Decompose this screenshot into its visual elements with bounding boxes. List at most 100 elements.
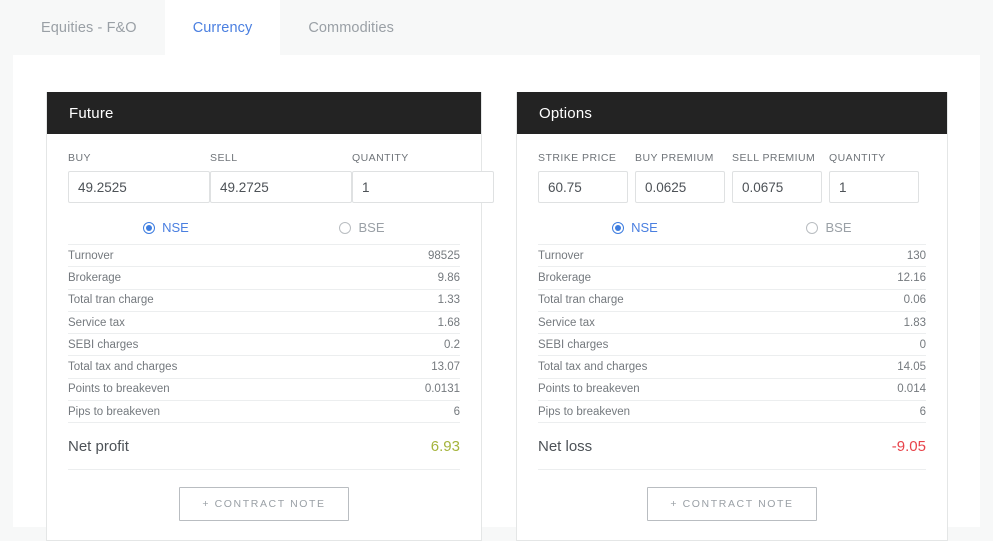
input-row: BUY SELL QUANTITY (68, 134, 494, 203)
row-label: Total tran charge (538, 294, 624, 307)
table-row: Points to breakeven 0.0131 (68, 379, 460, 402)
exchange-selector: NSE BSE (538, 203, 926, 244)
row-label: Service tax (68, 316, 125, 329)
table-row: Pips to breakeven 6 (538, 401, 926, 424)
row-value: 1.68 (437, 316, 460, 329)
card-body-future: BUY SELL QUANTITY NSE BSE Turnover 98525 Broker… (47, 134, 494, 540)
input-quantity[interactable] (829, 171, 919, 203)
radio-icon[interactable] (143, 221, 156, 234)
charges-table: Turnover 98525 Brokerage 9.86 Total tran cha… (68, 244, 460, 471)
input-sell[interactable] (210, 171, 352, 203)
exchange-selector: NSE BSE (68, 203, 460, 244)
card-header-options: Options (517, 92, 947, 134)
table-row: SEBI charges 0 (538, 334, 926, 357)
field-label: STRIKE PRICE (538, 152, 617, 164)
radio-option-nse[interactable]: NSE (538, 220, 732, 235)
radio-label: BSE (825, 220, 852, 235)
card-header-future: Future (47, 92, 481, 134)
input-sell-premium[interactable] (732, 171, 822, 203)
row-value: 0.014 (897, 383, 926, 396)
field-label: SELL (210, 152, 238, 164)
row-value: 0.06 (903, 294, 926, 307)
row-value: 9.86 (437, 271, 460, 284)
table-row: Turnover 130 (538, 245, 926, 268)
radio-icon[interactable] (339, 221, 352, 234)
tab-currency[interactable]: Currency (164, 0, 281, 55)
row-label: Turnover (538, 249, 584, 262)
radio-option-nse[interactable]: NSE (68, 220, 264, 235)
row-value: 13.07 (431, 361, 460, 374)
charges-table: Turnover 130 Brokerage 12.16 Total tran char… (538, 244, 926, 471)
card-options: Options STRIKE PRICE BUY PREMIUM SELL PREMI… (516, 92, 948, 541)
field-group: QUANTITY (352, 152, 494, 203)
table-row: Total tax and charges 13.07 (68, 356, 460, 379)
row-value: 98525 (428, 249, 460, 262)
row-label: Brokerage (538, 271, 592, 284)
table-row: Service tax 1.83 (538, 312, 926, 335)
row-label: Pips to breakeven (68, 405, 161, 418)
input-quantity[interactable] (352, 171, 494, 203)
input-row: STRIKE PRICE BUY PREMIUM SELL PREMIUM QUANT… (538, 134, 926, 203)
field-label: QUANTITY (352, 152, 409, 164)
table-row: Pips to breakeven 6 (68, 401, 460, 424)
table-row: Total tran charge 1.33 (68, 290, 460, 312)
contract-note-button[interactable]: + CONTRACT NOTE (179, 487, 349, 522)
tab-commodities[interactable]: Commodities (280, 0, 422, 55)
row-label: Service tax (538, 316, 595, 329)
row-label: SEBI charges (538, 338, 609, 351)
table-row: Turnover 98525 (68, 245, 460, 268)
radio-label: NSE (162, 220, 189, 235)
row-value: 6 (919, 405, 926, 418)
input-buy-premium[interactable] (635, 171, 725, 203)
radio-icon[interactable] (806, 221, 819, 234)
radio-option-bse[interactable]: BSE (264, 220, 460, 235)
card-future: Future BUY SELL QUANTITY NSE BSE Turnover 98525… (46, 92, 494, 541)
row-label: Total tax and charges (538, 361, 648, 374)
contract-note-button[interactable]: + CONTRACT NOTE (647, 487, 817, 522)
card-footer: + CONTRACT NOTE (538, 470, 926, 540)
row-value: 6 (453, 405, 460, 418)
radio-icon[interactable] (612, 221, 625, 234)
field-label: QUANTITY (829, 152, 886, 164)
field-group: STRIKE PRICE (538, 152, 635, 203)
row-value: 0 (919, 338, 926, 351)
net-result-row: Net loss -9.05 (538, 423, 926, 471)
net-result-label: Net loss (538, 437, 593, 455)
field-group: QUANTITY (829, 152, 926, 203)
row-label: Points to breakeven (68, 383, 170, 396)
input-buy[interactable] (68, 171, 210, 203)
table-row: SEBI charges 0.2 (68, 334, 460, 357)
content-panel: Future BUY SELL QUANTITY NSE BSE Turnover 98525… (13, 55, 980, 541)
table-row: Brokerage 9.86 (68, 267, 460, 290)
tab-equities-f-o[interactable]: Equities - F&O (13, 0, 165, 55)
row-label: Turnover (68, 249, 114, 262)
tab-bar: Equities - F&O Currency Commodities (0, 0, 993, 55)
table-row: Service tax 1.68 (68, 312, 460, 335)
table-row: Points to breakeven 0.014 (538, 379, 926, 402)
net-result-row: Net profit 6.93 (68, 423, 460, 471)
net-result-value: 6.93 (430, 437, 460, 455)
net-result-value: -9.05 (891, 437, 926, 455)
field-group: BUY PREMIUM (635, 152, 732, 203)
row-label: Total tran charge (68, 294, 154, 307)
row-label: Total tax and charges (68, 361, 178, 374)
row-value: 14.05 (897, 361, 926, 374)
card-footer: + CONTRACT NOTE (68, 470, 460, 540)
table-row: Brokerage 12.16 (538, 267, 926, 290)
field-group: SELL (210, 152, 352, 203)
input-strike-price[interactable] (538, 171, 628, 203)
radio-option-bse[interactable]: BSE (732, 220, 926, 235)
radio-label: NSE (631, 220, 658, 235)
field-label: BUY PREMIUM (635, 152, 714, 164)
row-value: 0.2 (444, 338, 460, 351)
card-title: Future (69, 104, 114, 122)
net-result-label: Net profit (68, 437, 129, 455)
row-value: 130 (906, 249, 926, 262)
table-row: Total tax and charges 14.05 (538, 356, 926, 379)
row-label: Brokerage (68, 271, 122, 284)
table-row: Total tran charge 0.06 (538, 290, 926, 312)
row-label: Pips to breakeven (538, 405, 631, 418)
field-label: SELL PREMIUM (732, 152, 816, 164)
row-label: SEBI charges (68, 338, 139, 351)
row-value: 1.33 (437, 294, 460, 307)
